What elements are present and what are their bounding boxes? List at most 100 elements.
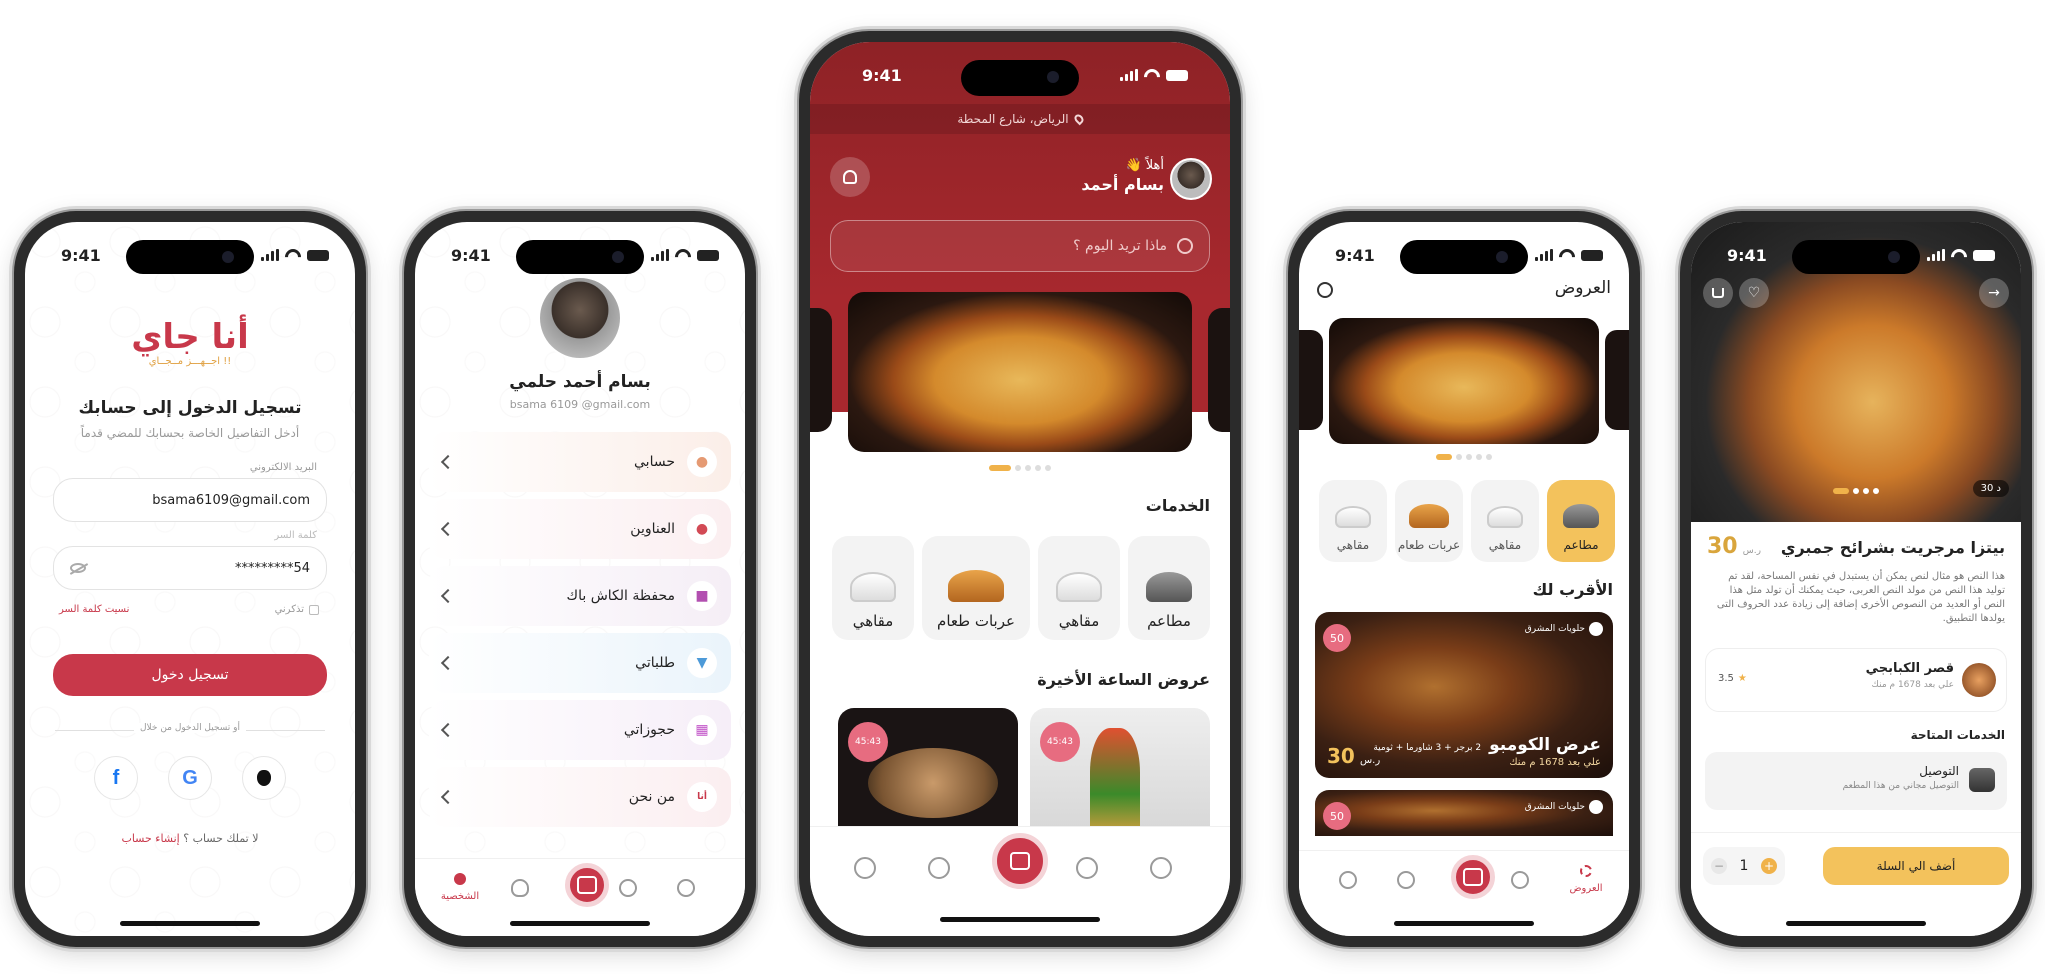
add-to-cart-button[interactable]: أضف الي السلة	[1823, 847, 2009, 885]
category-label: مطاعم	[1563, 538, 1599, 552]
carousel-prev-peek	[1299, 330, 1323, 430]
home-store-button[interactable]	[992, 833, 1048, 889]
offer-card[interactable]: 45:43	[838, 708, 1018, 828]
heart-icon[interactable]	[511, 879, 529, 897]
home-indicator	[120, 921, 260, 926]
password-field[interactable]: 54*********	[53, 546, 327, 590]
profile-icon[interactable]	[854, 857, 876, 879]
offer-card[interactable]: 45:43	[1030, 708, 1210, 828]
search-icon[interactable]	[1317, 282, 1333, 298]
profile-icon	[454, 873, 466, 885]
vendor-name: حلويات المشرق	[1524, 802, 1585, 812]
heart-icon[interactable]	[928, 857, 950, 879]
category-restaurants[interactable]: مطاعم	[1547, 480, 1615, 562]
plus-button[interactable]: +	[1760, 858, 1777, 874]
settings-icon[interactable]	[1150, 857, 1172, 879]
vendor-tag: حلويات المشرق	[1525, 800, 1603, 814]
search-input[interactable]: ماذا تريد اليوم ؟	[830, 220, 1210, 272]
service-cafes[interactable]: مقاهي	[1038, 536, 1120, 640]
heart-icon[interactable]	[1397, 871, 1415, 889]
offer-card[interactable]: حلويات المشرق 50 عرض الكومبو 2 برجر + 3 …	[1315, 612, 1613, 778]
arrow-right-icon: →	[1988, 285, 2000, 301]
location-text: الرياض، شارع المحطة	[957, 112, 1069, 126]
menu-item-reservations[interactable]: ▦ حجوزاتي	[429, 700, 731, 760]
facebook-login-button[interactable]: f	[94, 756, 138, 800]
timer-icon[interactable]	[1076, 857, 1098, 879]
back-button[interactable]: →	[1979, 278, 2009, 308]
carousel-dots	[1436, 454, 1492, 460]
location-bar[interactable]: الرياض، شارع المحطة	[810, 104, 1230, 134]
minus-button[interactable]: −	[1711, 858, 1727, 874]
battery-icon	[1166, 69, 1188, 81]
home-indicator	[1786, 921, 1926, 926]
product-screen: 9:41 ♡ → 30 د بيتزا مرجريت بشرائح جمبري …	[1691, 222, 2021, 936]
nav-offers-tab[interactable]: العروض	[1561, 865, 1611, 894]
google-login-button[interactable]: G	[168, 756, 212, 800]
menu-item-about-us[interactable]: أنا من نحن	[429, 767, 731, 827]
menu-item-label: محفظة الكاش باك	[566, 588, 675, 604]
menu-item-cashback-wallet[interactable]: ■ محفظة الكاش باك	[429, 566, 731, 626]
avatar[interactable]	[538, 276, 622, 360]
forgot-password-link[interactable]: نسيت كلمة السر	[59, 604, 129, 615]
login-button[interactable]: تسجيل دخول	[53, 654, 327, 696]
notification-bell-button[interactable]	[830, 157, 870, 197]
basket-icon	[1712, 288, 1724, 298]
greeting-text: أهلاً 👋	[1125, 158, 1164, 173]
vendor-logo-icon	[1589, 622, 1603, 636]
signal-icon	[1120, 69, 1138, 81]
settings-icon[interactable]	[677, 879, 695, 897]
remember-me[interactable]: تذكرني	[275, 604, 319, 615]
timer-icon[interactable]	[619, 879, 637, 897]
home-store-button[interactable]	[1451, 855, 1495, 899]
service-food-trucks[interactable]: عربات طعام	[922, 536, 1030, 640]
menu-item-addresses[interactable]: ● العناوين	[429, 499, 731, 559]
avatar[interactable]	[1170, 158, 1212, 200]
restaurant-card[interactable]: قصر الكبابجي علي بعد 1678 م منك 3.5 ★	[1705, 648, 2007, 712]
calendar-icon: ▦	[687, 715, 717, 745]
cloche-icon	[1563, 504, 1599, 528]
category-food-trucks[interactable]: عربات طعام	[1395, 480, 1463, 562]
product-price: ر.س 30	[1707, 534, 1761, 559]
header-user-name: بسام أحمد	[1081, 175, 1164, 194]
timer-icon[interactable]	[1511, 871, 1529, 889]
coffee-cup-icon	[1335, 506, 1371, 528]
discount-text: 50	[1330, 631, 1344, 645]
profile-icon[interactable]	[1339, 871, 1357, 889]
promo-banner-image[interactable]	[1329, 318, 1599, 444]
menu-item-account[interactable]: ● حسابي	[429, 432, 731, 492]
signup-row: لا تملك حساب ؟ إنشاء حساب	[25, 832, 355, 845]
status-icons	[1535, 249, 1603, 261]
favorite-button[interactable]: ♡	[1739, 278, 1769, 308]
login-screen: 9:41 أنا جاي اجــهـــز مــجــاي !! تسجيل…	[25, 222, 355, 936]
email-field[interactable]: bsama6109@gmail.com	[53, 478, 327, 522]
category-label: مقاهي	[1488, 538, 1522, 552]
phone-profile-screen: 9:41 بسام أحمد حلمي bsama 6109 @gmail.co…	[404, 211, 756, 947]
menu-item-label: من نحن	[628, 789, 675, 805]
home-store-button[interactable]	[565, 863, 609, 907]
offers-carousel[interactable]	[1299, 318, 1629, 444]
status-icons	[1120, 69, 1188, 81]
nav-profile-tab[interactable]: الشخصية	[435, 873, 485, 902]
category-cafes-2[interactable]: مقاهي	[1319, 480, 1387, 562]
apple-login-button[interactable]	[242, 756, 286, 800]
service-restaurants[interactable]: مطاعم	[1128, 536, 1210, 640]
remember-checkbox[interactable]	[309, 604, 319, 615]
service-cafes-2[interactable]: مقاهي	[832, 536, 914, 640]
quantity-value: 1	[1739, 858, 1749, 874]
quantity-stepper[interactable]: − 1 +	[1703, 847, 1785, 885]
product-description: هذا النص هو مثال لنص يمكن أن يستبدل في ن…	[1716, 571, 2005, 624]
menu-item-orders[interactable]: ▼ طلباتي	[429, 633, 731, 693]
service-label: مطاعم	[1147, 612, 1191, 630]
eye-off-icon[interactable]	[69, 563, 89, 575]
coffee-cup-icon	[1056, 572, 1102, 602]
social-login-row: f G	[25, 756, 355, 800]
category-cafes[interactable]: مقاهي	[1471, 480, 1539, 562]
create-account-link[interactable]: إنشاء حساب	[121, 832, 179, 845]
promo-carousel[interactable]	[810, 292, 1230, 452]
promo-banner-image[interactable]	[848, 292, 1192, 452]
offer-card[interactable]: حلويات المشرق 50	[1315, 790, 1613, 836]
carousel-prev-peek	[810, 308, 832, 432]
basket-button[interactable]	[1703, 278, 1733, 308]
login-subtitle: أدخل التفاصيل الخاصة بحسابك للمضي قدماً	[80, 426, 300, 440]
status-time: 9:41	[1335, 246, 1375, 265]
